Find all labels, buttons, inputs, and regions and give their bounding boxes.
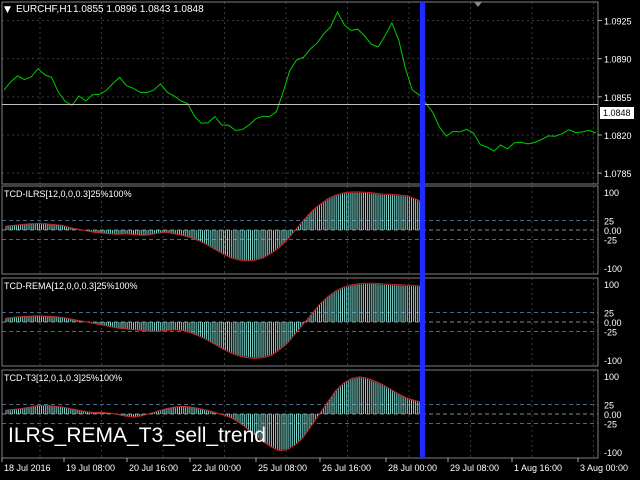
price-tick-label: 1.0820 <box>604 131 632 141</box>
indicator-tick-label: 25 <box>604 401 614 411</box>
time-label: 20 Jul 16:00 <box>129 463 178 473</box>
price-axis: 1.0925 1.0890 1.0855 1.0820 1.0785 <box>598 17 632 179</box>
time-label: 18 Jul 2016 <box>4 463 51 473</box>
time-axis: 18 Jul 2016 19 Jul 08:00 20 Jul 16:00 22 Ju… <box>1 458 628 473</box>
time-label: 19 Jul 08:00 <box>66 463 115 473</box>
vertical-line-marker[interactable] <box>420 2 425 458</box>
mt4-chart-window[interactable]: ▼ EURCHF,H1 1.0855 1.0896 1.0843 1.0848 … <box>0 0 640 480</box>
price-line <box>3 10 597 152</box>
price-tick-label: 1.0925 <box>604 17 632 27</box>
indicator-tick-label: -25 <box>604 420 617 430</box>
indicator-tick-label: -25 <box>604 328 617 338</box>
indicator-panel-rema[interactable]: TCD-REMA[12,0,0,0.3]25%100% 100 250.00-25… <box>4 280 622 366</box>
price-tick-label: 1.0855 <box>604 93 632 103</box>
ohlc-values: 1.0855 1.0896 1.0843 1.0848 <box>73 4 204 15</box>
time-label: 22 Jul 00:00 <box>192 463 241 473</box>
time-label: 25 Jul 08:00 <box>258 463 307 473</box>
panel-frame <box>1 1 599 185</box>
time-label: 26 Jul 16:00 <box>322 463 371 473</box>
time-label: 29 Jul 08:00 <box>450 463 499 473</box>
indicator-tick-label: 100 <box>604 280 619 290</box>
indicator-panel-ilrs[interactable]: TCD-ILRS[12,0,0,0.3]25%100% 100 250.00-25… <box>4 188 622 274</box>
time-label: 3 Aug 00:00 <box>580 463 628 473</box>
indicator-tick-label: 0.00 <box>604 226 622 236</box>
indicator-tick-label: -100 <box>604 356 622 366</box>
indicator-tick-label: 25 <box>604 309 614 319</box>
indicator-tick-label: 100 <box>604 372 619 382</box>
indicator-tick-label: -100 <box>604 448 622 458</box>
indicator-tick-label: 100 <box>604 188 619 198</box>
overlay-strategy-label: ILRS_REMA_T3_sell_trend <box>8 424 266 447</box>
price-tick-label: 1.0890 <box>604 55 632 65</box>
indicator-tick-label: 0.00 <box>604 318 622 328</box>
time-label: 1 Aug 16:00 <box>514 463 562 473</box>
symbol-title: EURCHF,H1 <box>16 4 73 15</box>
indicator-tick-label: -25 <box>604 236 617 246</box>
current-price-label: 1.0848 <box>603 108 631 118</box>
indicator-tick-label: -100 <box>604 264 622 274</box>
indicator-tick-label: 25 <box>604 217 614 227</box>
indicator-tick-label: 0.00 <box>604 410 622 420</box>
indicator-name: TCD-ILRS[12,0,0,0.3]25%100% <box>4 189 132 199</box>
chart-dropdown-icon[interactable]: ▼ <box>4 5 11 15</box>
price-panel[interactable]: ▼ EURCHF,H1 1.0855 1.0896 1.0843 1.0848 … <box>2 2 634 179</box>
chart-shift-marker-icon[interactable] <box>474 2 482 7</box>
current-price-badge: 1.0848 <box>600 107 634 119</box>
price-tick-label: 1.0785 <box>604 169 632 179</box>
time-label: 28 Jul 00:00 <box>388 463 437 473</box>
indicator-name: TCD-REMA[12,0,0,0.3]25%100% <box>4 281 138 291</box>
indicator-name: TCD-T3[12,0,1,0.3]25%100% <box>4 373 122 383</box>
